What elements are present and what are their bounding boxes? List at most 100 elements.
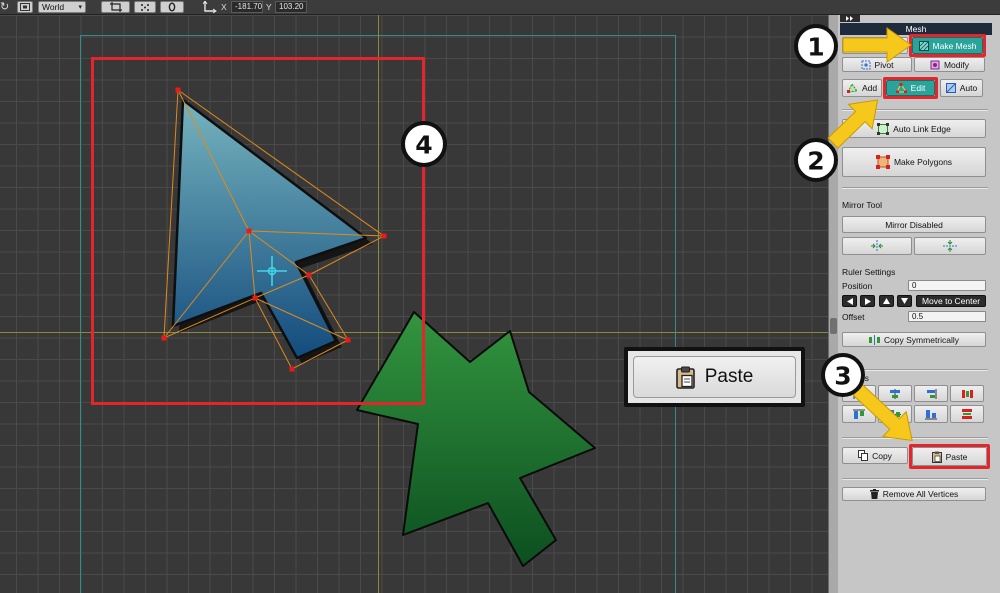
y-coordinate-label: Y [266,2,272,12]
distribute-horizontal-button[interactable] [950,385,984,402]
mirror-x-icon [871,240,883,252]
chevron-down-icon: ▾ [78,4,82,11]
mesh-canvas[interactable] [0,15,828,593]
arrow-up-icon [883,298,890,304]
auto-mesh-icon [945,83,956,93]
auto-mode-button[interactable]: Auto [940,79,983,97]
make-mesh-tab[interactable]: Make Mesh [912,37,983,54]
ruler-move-down-button[interactable] [897,295,912,307]
mesh-vertex[interactable] [289,366,295,372]
ruler-position-input[interactable] [908,280,986,291]
copy-symmetrically-button[interactable]: Copy Symmetrically [842,332,986,347]
align-top-button[interactable] [842,405,876,423]
panel-scrollbar[interactable] [828,15,838,593]
align-icon [853,409,865,419]
mirror-y-button[interactable] [914,237,986,255]
auto-link-edge-label: Auto Link Edge [893,123,951,134]
move-to-center-button[interactable]: Move to Center [916,295,986,307]
ruler-offset-input[interactable] [908,311,986,322]
copy-icon [858,450,869,461]
align-icon [962,409,972,419]
mesh-vertex[interactable] [306,272,312,278]
mesh-vertex[interactable] [252,295,258,301]
divider [842,369,988,371]
copy-button[interactable]: Copy [842,447,908,464]
move-to-center-label: Move to Center [921,296,981,306]
paste-label: Paste [945,451,968,462]
copy-symmetrically-label: Copy Symmetrically [883,334,960,345]
x-coordinate-field[interactable]: -181.70 [231,1,263,13]
ruler-move-right-button[interactable] [860,295,875,307]
add-vertex-icon [846,83,858,93]
edit-mode-label: Edit [910,83,926,93]
make-polygons-label: Make Polygons [893,157,953,167]
coordinate-space-dropdown[interactable]: World ▾ [38,1,86,13]
align-left-button[interactable] [842,385,876,402]
mesh-vertex[interactable] [381,233,387,239]
frame-icon[interactable] [17,1,33,13]
modify-tab[interactable]: Modify [914,57,985,72]
divider [842,109,988,111]
align-icon [925,409,937,419]
paste-icon [675,366,695,389]
trash-icon [869,489,879,499]
copy-label: Copy [872,450,892,461]
align-icon [890,388,900,399]
pivot-label: Pivot [874,59,894,70]
ruler-move-left-button[interactable] [842,295,857,307]
remove-all-vertices-label: Remove All Vertices [882,489,959,499]
make-polygons-icon [875,155,890,169]
ruler-offset-label: Offset [842,312,865,322]
pivot-tab[interactable]: Pivot [842,57,912,72]
divider [842,187,988,189]
paste-icon [931,451,942,463]
mesh-vertex[interactable] [175,87,181,93]
remove-all-vertices-button[interactable]: Remove All Vertices [842,487,986,501]
mesh-tab-hidden-button[interactable] [842,37,908,54]
collapse-panel-icon[interactable] [840,15,860,22]
x-coordinate-label: X [221,2,227,12]
modify-label: Modify [943,59,970,70]
refresh-icon[interactable]: ↻ [0,0,12,14]
mirror-x-button[interactable] [842,237,912,255]
divider [842,437,988,439]
make-polygons-button[interactable]: Make Polygons [842,147,986,177]
align-icon [853,388,863,399]
y-coordinate-field[interactable]: 103.20 [275,1,307,13]
align-icon [927,388,937,399]
paste-button[interactable]: Paste [912,447,987,466]
mirror-toggle-button[interactable]: Mirror Disabled [842,216,986,233]
mirror-y-icon [943,240,957,252]
panel-scrollbar-thumb[interactable] [830,318,837,334]
divider [842,478,988,480]
top-toolbar: ↻ World ▾ X -181.70 Y 103.20 [0,0,1000,15]
align-center-button[interactable] [878,385,912,402]
crop-icon[interactable] [101,1,130,13]
auto-mode-label: Auto [959,83,978,93]
mirror-toggle-label: Mirror Disabled [885,219,943,230]
mesh-vertex[interactable] [161,335,167,341]
make-mesh-label: Make Mesh [932,40,977,51]
auto-link-edge-button[interactable]: Auto Link Edge [842,119,986,138]
modify-icon [930,60,940,69]
arrow-right-icon [864,297,871,305]
paste-zoom-label: Paste [704,366,754,387]
distribute-vertical-button[interactable] [950,405,984,423]
paste-zoom-callout: Paste [624,347,805,407]
pivot-icon [861,60,871,69]
align-icon [889,409,901,419]
ruler-move-up-button[interactable] [879,295,894,307]
align-icon [961,389,973,398]
align-middle-button[interactable] [878,405,912,423]
grid-dots-icon[interactable] [134,1,156,13]
onion-skin-icon[interactable] [160,1,184,13]
align-right-button[interactable] [914,385,948,402]
align-bottom-button[interactable] [914,405,948,423]
edit-mode-button[interactable]: Edit [886,80,935,96]
mirror-copy-icon [868,334,880,345]
mesh-vertex[interactable] [246,228,252,234]
add-mode-button[interactable]: Add [842,79,882,97]
coordinate-space-value: World [42,2,65,12]
mesh-vertex[interactable] [345,337,351,343]
arrow-down-icon [901,298,908,304]
